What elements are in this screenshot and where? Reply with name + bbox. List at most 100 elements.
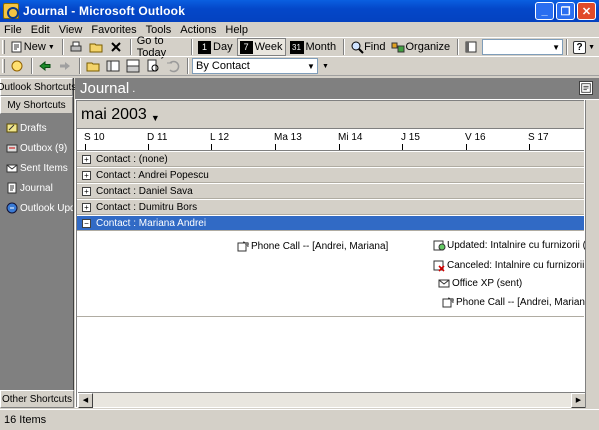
close-button[interactable]: ✕ [577,2,596,20]
journal-entries: Phone Call -- [Andrei, Mariana] Updated:… [77,231,599,317]
back-button[interactable] [36,57,54,75]
new-button[interactable]: New ▼ [8,38,57,56]
phone-call-icon [442,297,454,308]
status-bar: 16 Items [0,409,599,430]
preview-pane-button[interactable] [124,57,142,75]
journal-entry[interactable]: Phone Call -- [Andrei, Mariana] [237,240,388,253]
day-label: L 12 [210,132,230,143]
search-input[interactable]: ▼ [482,39,564,55]
print-preview-button[interactable] [144,57,162,75]
journal-entry[interactable]: Office XP (sent) [438,277,522,290]
new-button-label: New [23,41,46,53]
shortcut-drafts[interactable]: Drafts [0,118,73,138]
my-shortcuts-group[interactable]: My Shortcuts [0,96,73,114]
email-icon [438,279,450,288]
shortcut-sent-items[interactable]: Sent Items [0,158,73,178]
menu-help[interactable]: Help [225,24,248,36]
shortcut-outlook-update[interactable]: Outlook Upda [0,198,73,218]
current-view-select[interactable]: By Contact ▼ [192,58,318,74]
folder-up-icon [86,62,100,72]
expand-icon[interactable]: + [82,202,91,212]
week-view-button[interactable]: 7 Week [236,38,286,56]
menu-file[interactable]: File [4,24,22,36]
month-header: mai 2003 ▼ [77,101,584,129]
delete-button[interactable] [107,38,125,56]
window-title: Journal - Microsoft Outlook [23,4,186,18]
print-button[interactable] [67,38,85,56]
month-view-button[interactable]: 31 Month [288,38,339,56]
drafts-icon [6,123,18,133]
folder-list-button[interactable] [104,57,122,75]
vertical-scroll-area[interactable] [585,100,599,408]
journal-timeline[interactable]: mai 2003 ▼ S 10 D 11 L 12 Ma 13 Mi 14 J … [76,100,599,408]
minimize-button[interactable]: _ [535,2,554,20]
outlook-app-icon[interactable] [3,3,19,19]
day-tick [339,144,340,150]
scroll-track[interactable] [93,393,571,408]
current-view-value: By Contact [196,60,250,72]
menu-edit[interactable]: Edit [31,24,50,36]
organize-button[interactable]: Organize [389,38,452,56]
journal-entry[interactable]: Phone Call -- [Andrei, Mariana] [442,296,593,309]
chevron-down-icon[interactable]: ▼ [588,44,595,51]
chevron-down-icon[interactable]: ▼ [305,59,317,73]
other-shortcuts-group[interactable]: Other Shortcuts [0,390,74,408]
up-one-level-button[interactable] [84,57,102,75]
contact-group-dumitru-bors[interactable]: + Contact : Dumitru Bors [77,199,584,215]
contact-group-daniel-sava[interactable]: + Contact : Daniel Sava [77,183,584,199]
group-label: Contact : Mariana Andrei [96,217,207,229]
menu-actions[interactable]: Actions [180,24,216,36]
day-view-button[interactable]: 1 Day [196,38,235,56]
week-calendar-icon: 7 [239,40,253,54]
outlook-shortcuts-group[interactable]: Outlook Shortcuts [0,78,76,96]
expand-icon[interactable]: + [82,186,91,196]
phone-call-icon [237,241,249,252]
expand-icon[interactable]: + [82,170,91,180]
find-button[interactable]: Find [348,38,387,56]
separator [457,39,460,55]
menu-tools[interactable]: Tools [146,24,172,36]
day-tick [85,144,86,150]
month-label[interactable]: mai 2003 [81,106,147,124]
contact-group-andrei-popescu[interactable]: + Contact : Andrei Popescu [77,167,584,183]
shortcut-footer: Other Shortcuts [0,390,74,408]
folder-title-caret[interactable]: . [132,83,135,95]
toolbar-grip[interactable] [2,59,5,73]
address-book-button[interactable] [462,38,480,56]
help-button[interactable]: ? ▼ [571,38,597,56]
contact-group-none[interactable]: + Contact : (none) [77,151,584,167]
journal-entry[interactable]: Canceled: Intalnire cu furnizorii (sent) [433,259,599,272]
outlook-update-icon [6,202,18,214]
folder-title[interactable]: Journal [80,80,129,97]
outlook-today-button[interactable] [8,57,26,75]
menu-view[interactable]: View [59,24,83,36]
collapse-icon[interactable]: − [82,218,91,228]
journal-entry[interactable]: Updated: Intalnire cu furnizorii (sent) [433,239,599,252]
menu-favorites[interactable]: Favorites [91,24,136,36]
shortcut-outbox[interactable]: Outbox (9) [0,138,73,158]
go-to-today-button[interactable]: Go to Today [135,35,186,59]
expand-icon[interactable]: + [82,154,91,164]
journal-entry-label: Updated: Intalnire cu furnizorii (sent) [447,240,599,251]
forward-button[interactable] [56,57,74,75]
undo-button[interactable] [164,57,182,75]
shortcut-list: Drafts Outbox (9) Sent Items Journal Out… [0,114,73,218]
shortcut-journal[interactable]: Journal [0,178,73,198]
toolbar-grip[interactable] [2,40,5,54]
horizontal-scrollbar[interactable]: ◀ ▶ [78,392,586,408]
scroll-right-button[interactable]: ▶ [571,392,586,408]
find-icon [351,41,364,54]
scroll-left-button[interactable]: ◀ [78,392,93,408]
group-label: Contact : (none) [96,153,168,165]
move-to-folder-button[interactable] [87,38,105,56]
journal-folder-icon [579,81,593,95]
chevron-down-icon[interactable]: ▼ [151,113,160,123]
chevron-down-icon[interactable]: ▼ [322,63,329,70]
item-count: 16 Items [4,414,47,426]
chevron-down-icon[interactable]: ▼ [48,44,55,51]
contact-group-mariana-andrei[interactable]: − Contact : Mariana Andrei [77,215,584,231]
shortcut-label: Outbox (9) [20,142,68,154]
help-icon: ? [573,40,587,54]
maximize-button[interactable]: ❐ [556,2,575,20]
chevron-down-icon[interactable]: ▼ [550,40,562,54]
